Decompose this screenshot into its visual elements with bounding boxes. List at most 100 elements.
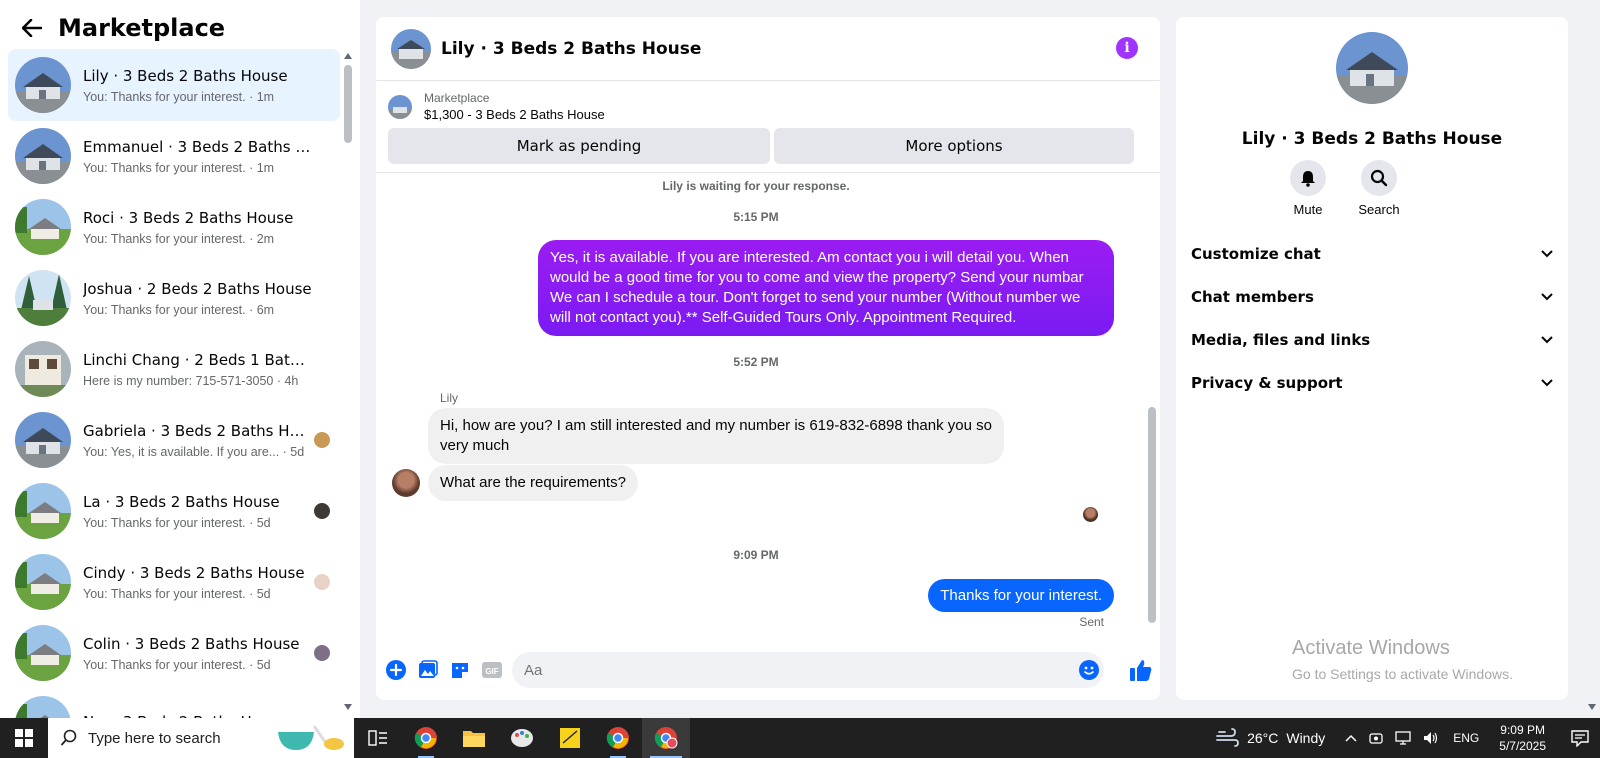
volume-icon[interactable] xyxy=(1423,731,1439,745)
search-highlight-bowl-icon xyxy=(278,725,344,750)
conversation-avatar xyxy=(15,696,71,718)
windows-taskbar: Type here to search 26°C Windy ENG 9:09 … xyxy=(0,718,1600,758)
chat-members-section[interactable]: Chat members xyxy=(1191,281,1553,313)
chrome-app-icon[interactable] xyxy=(402,718,450,758)
sticky-notes-icon[interactable] xyxy=(546,718,594,758)
seen-by-avatar xyxy=(314,574,330,590)
conversation-avatar xyxy=(15,341,71,397)
taskbar-search-box[interactable]: Type here to search xyxy=(48,718,354,758)
conversation-avatar xyxy=(15,270,71,326)
conversation-avatar xyxy=(15,57,71,113)
customize-chat-section[interactable]: Customize chat xyxy=(1191,238,1553,270)
conversation-avatar xyxy=(15,199,71,255)
page-scrollbar[interactable] xyxy=(1584,0,1600,718)
section-label: Chat members xyxy=(1191,288,1314,306)
windows-start-icon[interactable] xyxy=(0,718,48,758)
seen-by-avatar xyxy=(314,645,330,661)
conversation-avatar xyxy=(15,128,71,184)
conversation-preview: You: Thanks for your interest. · 1m xyxy=(83,89,275,104)
language-indicator[interactable]: ENG xyxy=(1453,731,1479,745)
conversation-item[interactable]: Gabriela · 3 Beds 2 Baths House You: Yes,… xyxy=(8,404,340,476)
section-label: Customize chat xyxy=(1191,245,1321,263)
conversation-preview: You: Thanks for your interest. · 6m xyxy=(83,302,275,317)
watermark-title: Activate Windows xyxy=(1292,637,1450,659)
weather-label: Windy xyxy=(1286,730,1326,746)
timestamp: 5:15 PM xyxy=(733,210,779,224)
listing-thumbnail[interactable] xyxy=(388,94,412,119)
privacy-support-section[interactable]: Privacy & support xyxy=(1191,367,1553,399)
conversation-avatar xyxy=(15,625,71,681)
chrome-app-icon-2[interactable] xyxy=(594,718,642,758)
conversation-name: Gabriela · 3 Beds 2 Baths House xyxy=(83,421,313,440)
conversation-preview: You: Thanks for your interest. · 2m xyxy=(83,231,275,246)
clock[interactable]: 9:09 PM 5/7/2025 xyxy=(1499,722,1546,754)
conversation-name: Cindy · 3 Beds 2 Baths House xyxy=(83,563,305,582)
seen-by-avatar xyxy=(314,503,330,519)
gif-icon[interactable]: GIF xyxy=(480,658,504,682)
conversation-name: Emmanuel · 3 Beds 2 Baths House xyxy=(83,137,313,156)
paint-app-icon[interactable] xyxy=(498,718,546,758)
photo-icon[interactable] xyxy=(416,658,440,682)
media-files-links-section[interactable]: Media, files and links xyxy=(1191,324,1553,356)
timestamp: 9:09 PM xyxy=(733,548,779,562)
chat-header: Lily · 3 Beds 2 Baths House i xyxy=(376,17,1160,81)
chat-scrollbar[interactable] xyxy=(1146,177,1158,637)
task-view-icon[interactable] xyxy=(354,718,402,758)
chrome-app-icon-active[interactable] xyxy=(642,718,690,758)
chat-title[interactable]: Lily · 3 Beds 2 Baths House xyxy=(441,39,701,59)
mark-pending-button[interactable]: Mark as pending xyxy=(388,128,770,164)
emoji-icon[interactable] xyxy=(1079,660,1099,680)
sender-avatar[interactable] xyxy=(392,469,420,497)
conversation-avatar xyxy=(15,483,71,539)
thumbs-up-icon[interactable] xyxy=(1128,657,1154,683)
conversation-list: Lily · 3 Beds 2 Baths House You: Thanks f… xyxy=(8,49,340,718)
mute-button[interactable]: Mute xyxy=(1278,160,1338,217)
weather-widget[interactable]: 26°C Windy xyxy=(1215,728,1325,748)
network-icon[interactable] xyxy=(1395,731,1411,745)
conversation-item[interactable]: Lily · 3 Beds 2 Baths House You: Thanks f… xyxy=(8,49,340,121)
conversation-name: Lily · 3 Beds 2 Baths House xyxy=(83,66,288,85)
chevron-up-icon[interactable] xyxy=(1345,734,1357,742)
conversation-preview: You: Thanks for your interest. · 1m xyxy=(83,160,275,175)
conversation-item[interactable]: Cindy · 3 Beds 2 Baths House You: Thanks … xyxy=(8,546,340,618)
conversation-sidebar: Marketplace Lily · 3 Beds 2 Baths House Y… xyxy=(0,0,360,718)
section-label: Media, files and links xyxy=(1191,331,1371,349)
conversation-item[interactable]: Joshua · 2 Beds 2 Baths House You: Thanks… xyxy=(8,262,340,334)
chat-panel: Lily · 3 Beds 2 Baths House i Marketplac… xyxy=(376,17,1160,700)
conversation-name: La · 3 Beds 2 Baths House xyxy=(83,492,280,511)
listing-title[interactable]: $1,300 - 3 Beds 2 Baths House xyxy=(424,107,605,122)
outgoing-message[interactable]: Yes, it is available. If you are interes… xyxy=(538,240,1114,336)
profile-avatar[interactable] xyxy=(1336,32,1408,104)
taskbar-search-placeholder: Type here to search xyxy=(88,729,221,747)
file-explorer-icon[interactable] xyxy=(450,718,498,758)
notification-icon[interactable] xyxy=(1560,718,1600,758)
back-arrow-icon[interactable] xyxy=(20,16,44,40)
search-button[interactable]: Search xyxy=(1349,160,1409,217)
sent-status: Sent xyxy=(1079,615,1104,629)
conversation-item[interactable]: Linchi Chang · 2 Beds 1 Bath Ho... Here i… xyxy=(8,333,340,405)
chat-avatar[interactable] xyxy=(391,28,431,69)
conversation-preview: You: Yes, it is available. If you are...… xyxy=(83,444,305,459)
plus-icon[interactable] xyxy=(384,658,408,682)
bell-icon xyxy=(1301,171,1315,187)
sidebar-scrollbar[interactable] xyxy=(341,50,355,710)
more-options-button[interactable]: More options xyxy=(774,128,1134,164)
meet-now-icon[interactable] xyxy=(1369,731,1383,745)
conversation-item[interactable]: Colin · 3 Beds 2 Baths House You: Thanks … xyxy=(8,617,340,689)
sticker-icon[interactable] xyxy=(448,658,472,682)
seen-by-avatar xyxy=(314,432,330,448)
info-icon[interactable]: i xyxy=(1116,37,1138,59)
incoming-message[interactable]: Hi, how are you? I am still interested a… xyxy=(428,408,1004,464)
seen-indicator-avatar xyxy=(1083,507,1098,522)
conversation-name: Roci · 3 Beds 2 Baths House xyxy=(83,208,294,227)
conversation-avatar xyxy=(15,554,71,610)
message-input[interactable] xyxy=(512,652,1104,688)
conversation-preview: You: Thanks for your interest. · 5d xyxy=(83,657,271,672)
conversation-item[interactable]: N... · 3 Beds 2 Baths H... xyxy=(8,688,340,718)
outgoing-message[interactable]: Thanks for your interest. xyxy=(928,579,1114,612)
conversation-item[interactable]: Emmanuel · 3 Beds 2 Baths House You: Than… xyxy=(8,120,340,192)
chevron-down-icon xyxy=(1541,379,1553,387)
conversation-item[interactable]: La · 3 Beds 2 Baths House You: Thanks for… xyxy=(8,475,340,547)
conversation-item[interactable]: Roci · 3 Beds 2 Baths House You: Thanks f… xyxy=(8,191,340,263)
incoming-message[interactable]: What are the requirements? xyxy=(428,465,638,501)
